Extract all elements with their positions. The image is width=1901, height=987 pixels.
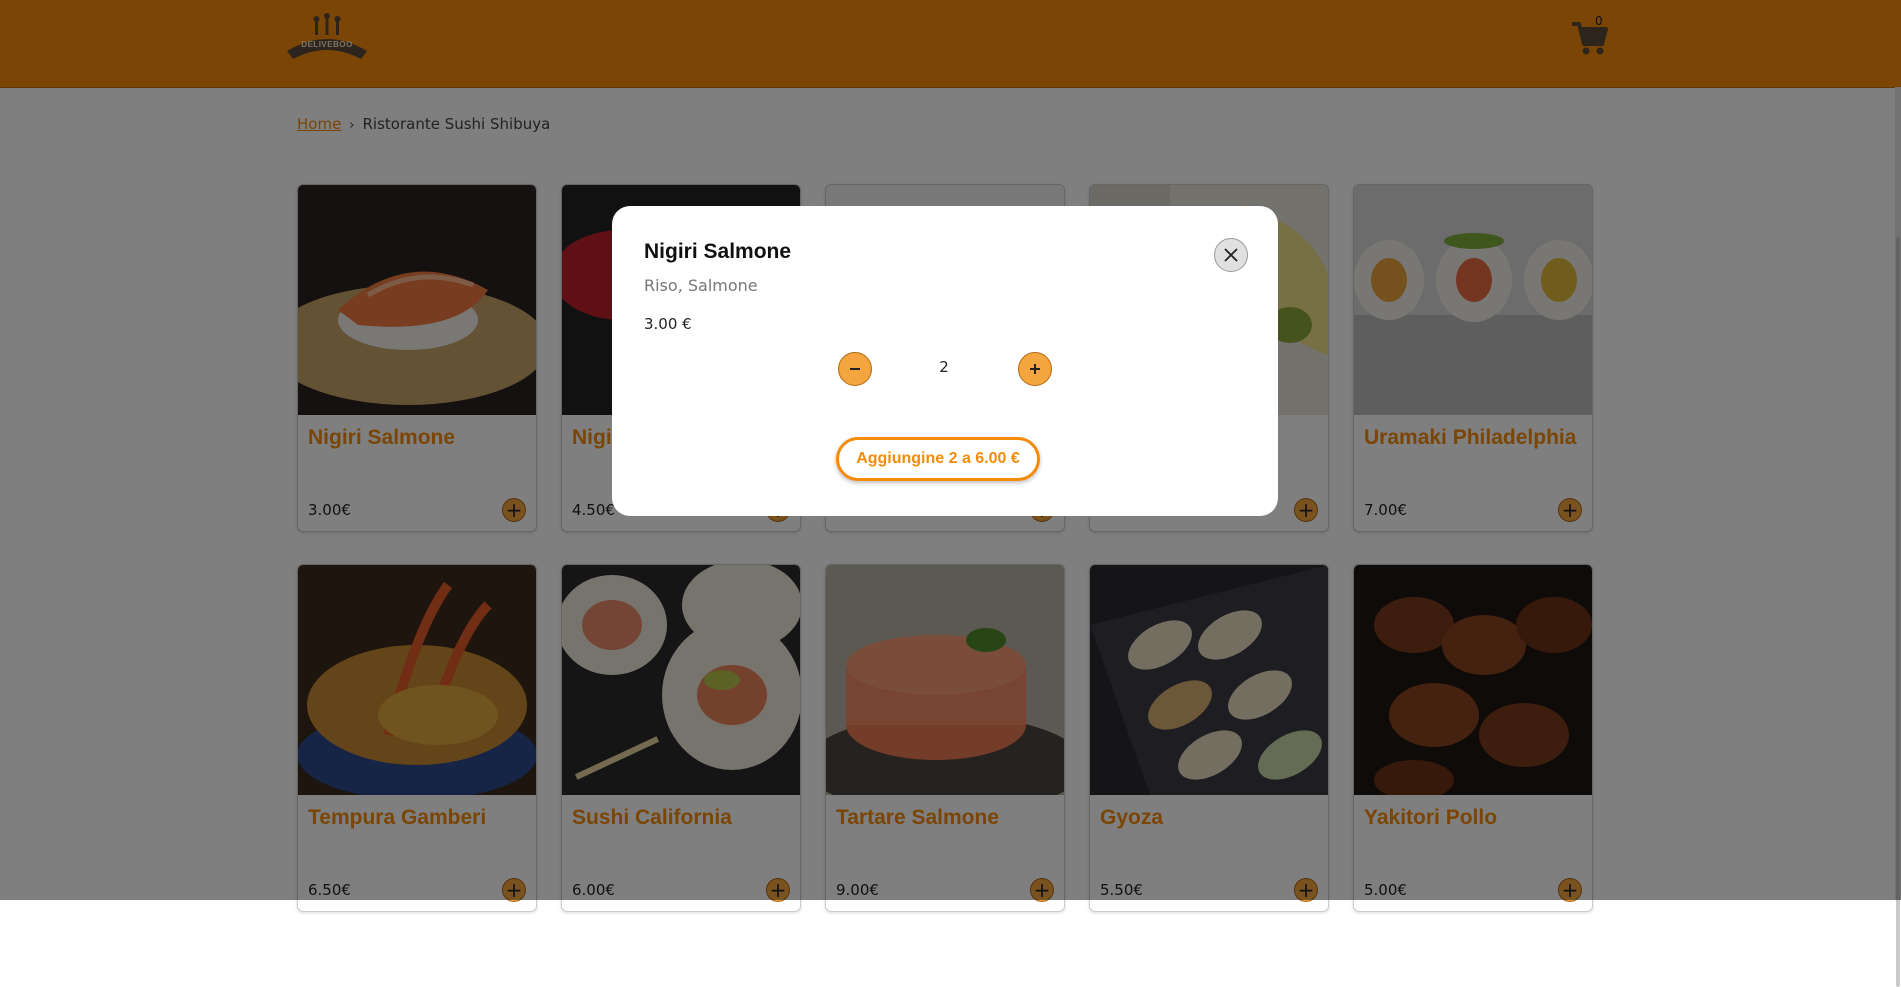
modal-title: Nigiri Salmone (644, 240, 792, 263)
minus-icon (850, 368, 860, 370)
modal-description: Riso, Salmone (644, 276, 758, 295)
increase-quantity-button[interactable] (1018, 352, 1052, 386)
add-to-cart-submit-button[interactable]: Aggiungine 2 a 6.00 € (836, 437, 1040, 481)
close-icon (1224, 248, 1238, 262)
decrease-quantity-button[interactable] (838, 352, 872, 386)
close-button[interactable] (1214, 238, 1248, 272)
quantity-value: 2 (939, 358, 949, 376)
modal-price: 3.00 € (644, 315, 692, 333)
plus-icon (1030, 364, 1040, 374)
product-modal: Nigiri Salmone Riso, Salmone 3.00 € 2 Ag… (612, 206, 1278, 516)
